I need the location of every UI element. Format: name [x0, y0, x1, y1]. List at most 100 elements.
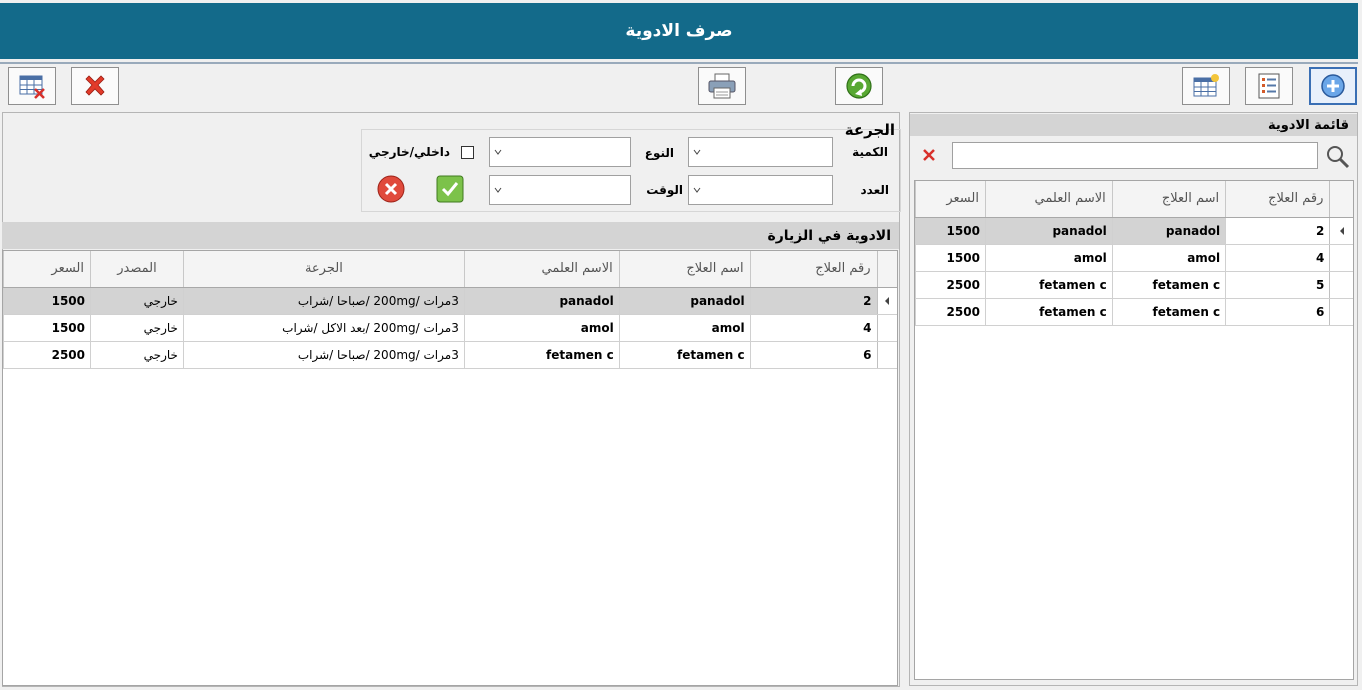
column-header[interactable]: الاسم العلمي	[984, 181, 1113, 218]
time-label: الوقت	[646, 183, 683, 197]
table-row[interactable]: 2 panadol panadol 3مرات /200mg /صباحا /ش…	[3, 287, 897, 315]
drugs-title: قائمة الادوية	[1267, 117, 1349, 133]
clear-icon	[923, 149, 935, 161]
cell[interactable]: خارجي	[90, 341, 184, 369]
count-select[interactable]	[688, 175, 833, 205]
cell[interactable]: amol	[984, 244, 1113, 272]
refresh-icon	[846, 73, 872, 99]
internal-external-label: داخلي/خارجي	[368, 145, 450, 159]
confirm-dose-button[interactable]	[436, 175, 464, 203]
cell[interactable]: fetamen c	[984, 298, 1113, 326]
column-header[interactable]: اسم العلاج	[1111, 181, 1226, 218]
cancel-icon	[377, 175, 405, 203]
close-icon	[85, 75, 105, 96]
row-indicator	[1329, 298, 1353, 326]
table-row[interactable]: 6 fetamen c fetamen c 2500	[915, 298, 1353, 326]
cell[interactable]: 2500	[3, 341, 91, 369]
cell[interactable]: 3مرات /200mg /صباحا /شراب	[182, 341, 465, 369]
cell[interactable]: خارجي	[90, 287, 184, 315]
cell[interactable]: fetamen c	[618, 341, 751, 369]
table-row[interactable]: 5 fetamen c fetamen c 2500	[915, 271, 1353, 299]
column-header[interactable]: اسم العلاج	[618, 251, 751, 288]
window-title-bar: صرف الادوية	[0, 3, 1358, 59]
cell[interactable]: 1500	[915, 244, 986, 272]
time-select[interactable]	[489, 175, 631, 205]
search-button[interactable]	[1325, 144, 1351, 170]
toolbar-divider	[0, 62, 1358, 64]
column-header[interactable]: رقم العلاج	[749, 251, 878, 288]
cell[interactable]: 5	[1225, 271, 1330, 299]
column-header[interactable]: المصدر	[90, 251, 184, 288]
list-button[interactable]	[1245, 67, 1293, 105]
chevron-down-icon	[494, 187, 502, 193]
table-row[interactable]: 2 panadol panadol 1500	[915, 217, 1353, 245]
refresh-button[interactable]	[835, 67, 883, 105]
column-header[interactable]: الاسم العلمي	[463, 251, 620, 288]
row-arrow-icon	[885, 296, 890, 305]
row-indicator	[1329, 217, 1353, 245]
cell[interactable]: 1500	[3, 314, 91, 342]
clear-search-button[interactable]	[922, 148, 936, 162]
cell[interactable]: 6	[749, 341, 878, 369]
check-icon	[436, 175, 464, 203]
row-indicator	[876, 287, 897, 315]
cell[interactable]: amol	[1111, 244, 1226, 272]
cell[interactable]: fetamen c	[984, 271, 1113, 299]
cell[interactable]: 6	[1225, 298, 1330, 326]
drug-search-input[interactable]	[952, 142, 1318, 169]
column-header[interactable]: رقم العلاج	[1225, 181, 1330, 218]
cell[interactable]: 4	[749, 314, 878, 342]
chevron-down-icon	[693, 149, 701, 155]
close-button[interactable]	[71, 67, 119, 105]
print-icon	[708, 73, 736, 99]
cancel-dose-button[interactable]	[377, 175, 405, 203]
cell[interactable]: 2	[1225, 217, 1330, 245]
cell[interactable]: fetamen c	[1111, 298, 1226, 326]
delete-grid-button[interactable]	[8, 67, 56, 105]
cell[interactable]: 1500	[915, 217, 986, 245]
new-grid-button[interactable]	[1182, 67, 1230, 105]
add-button[interactable]	[1309, 67, 1357, 105]
drugs-grid[interactable]: رقم العلاج اسم العلاج الاسم العلمي السعر…	[914, 180, 1354, 680]
row-indicator	[1329, 244, 1353, 272]
drugs-section-header: قائمة الادوية	[910, 114, 1357, 136]
cell[interactable]: panadol	[618, 287, 751, 315]
add-icon	[1321, 74, 1345, 98]
cell[interactable]: 3مرات /200mg /بعد الاكل /شراب	[182, 314, 465, 342]
visit-grid[interactable]: رقم العلاج اسم العلاج الاسم العلمي الجرع…	[2, 250, 898, 686]
cell[interactable]: 2500	[915, 271, 986, 299]
print-button[interactable]	[698, 67, 746, 105]
cell[interactable]: 2500	[915, 298, 986, 326]
row-indicator	[1329, 271, 1353, 299]
quantity-label: الكمية	[852, 145, 888, 159]
table-row[interactable]: 6 fetamen c fetamen c 3مرات /200mg /صباح…	[3, 341, 897, 369]
cell[interactable]: panadol	[984, 217, 1113, 245]
row-arrow-icon	[1339, 226, 1344, 235]
table-row[interactable]: 4 amol amol 3مرات /200mg /بعد الاكل /شرا…	[3, 314, 897, 342]
type-select[interactable]	[489, 137, 631, 167]
cell[interactable]: amol	[463, 314, 620, 342]
cell[interactable]: fetamen c	[1111, 271, 1226, 299]
cell[interactable]: 4	[1225, 244, 1330, 272]
cell[interactable]: 2	[749, 287, 878, 315]
cell[interactable]: panadol	[463, 287, 620, 315]
column-header[interactable]: السعر	[915, 181, 986, 218]
row-header-cell	[1329, 181, 1353, 218]
new-grid-icon	[1193, 74, 1219, 97]
cell[interactable]: 1500	[3, 287, 91, 315]
internal-external-checkbox[interactable]	[461, 146, 474, 159]
search-icon	[1327, 146, 1350, 169]
cell[interactable]: 3مرات /200mg /صباحا /شراب	[182, 287, 465, 315]
column-header[interactable]: السعر	[3, 251, 91, 288]
cell[interactable]: fetamen c	[463, 341, 620, 369]
window-title: صرف الادوية	[625, 21, 733, 41]
column-header[interactable]: الجرعة	[182, 251, 465, 288]
type-label: النوع	[644, 146, 674, 160]
cell[interactable]: amol	[618, 314, 751, 342]
list-icon	[1258, 73, 1280, 99]
chevron-down-icon	[693, 187, 701, 193]
cell[interactable]: خارجي	[90, 314, 184, 342]
table-row[interactable]: 4 amol amol 1500	[915, 244, 1353, 272]
quantity-select[interactable]	[688, 137, 833, 167]
cell[interactable]: panadol	[1111, 217, 1226, 245]
